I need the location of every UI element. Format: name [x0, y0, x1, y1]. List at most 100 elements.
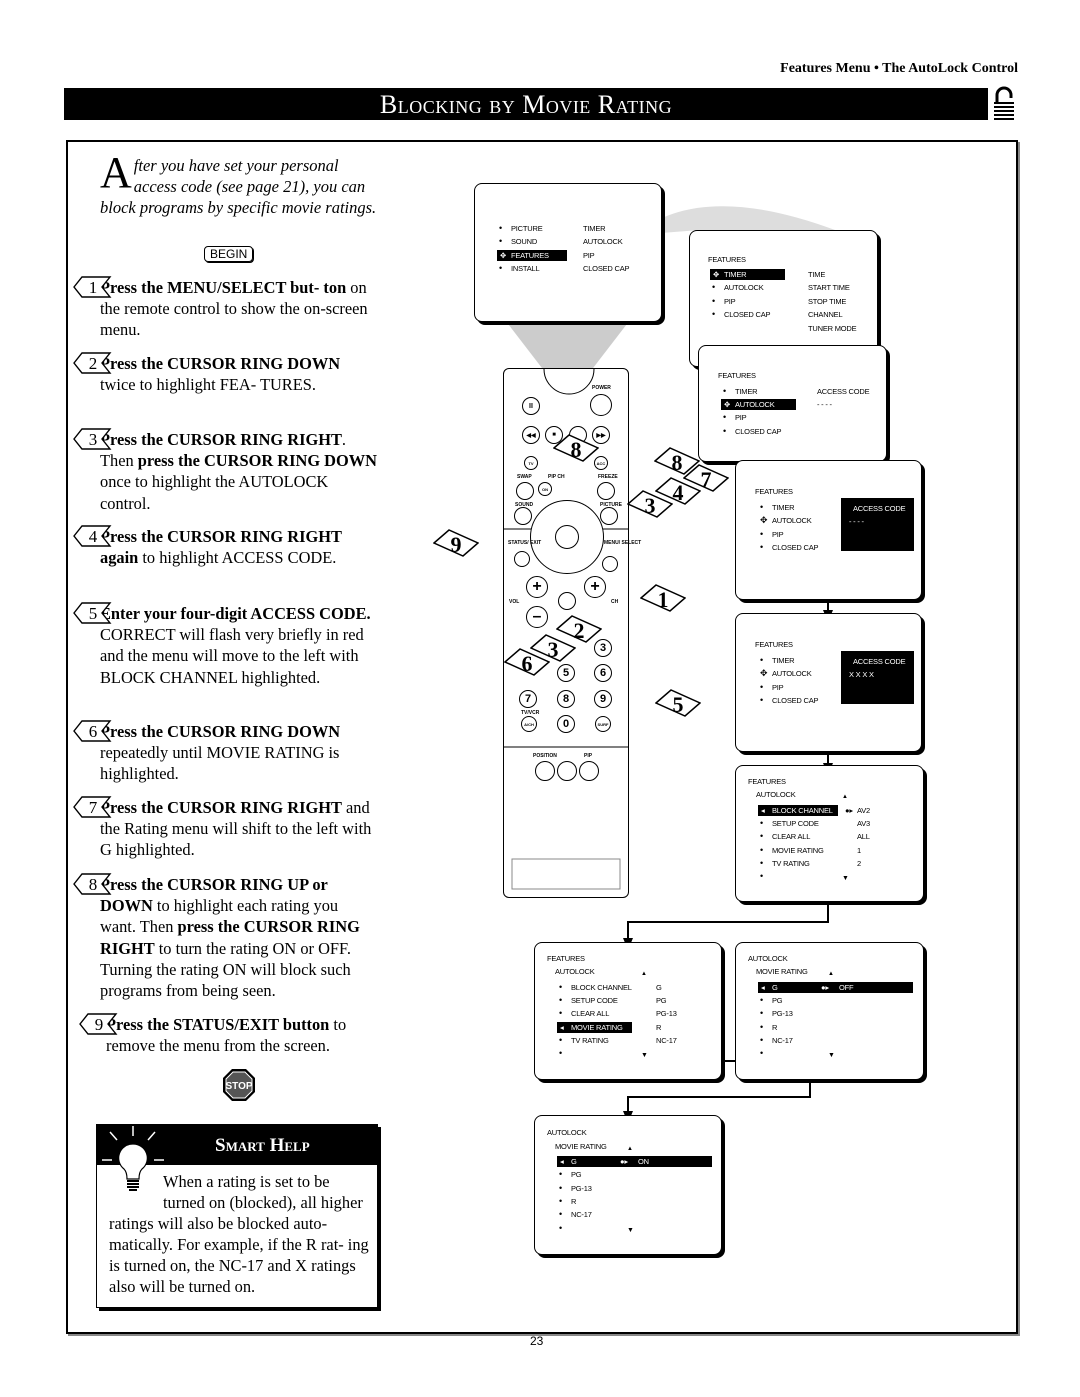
- vol-label: VOL: [509, 599, 520, 605]
- menu-item-label[interactable]: BLOCK CHANNEL: [571, 983, 632, 993]
- menu-option: 2: [857, 858, 861, 868]
- callout-number: 1: [658, 587, 669, 612]
- menu-item-label[interactable]: G: [772, 983, 778, 993]
- menu-item-label[interactable]: SOUND: [511, 237, 537, 247]
- channel-up-button[interactable]: +: [584, 576, 606, 598]
- rating-value: OFF: [839, 983, 854, 993]
- callout-number: 7: [701, 467, 712, 492]
- menu-item-label[interactable]: PG: [772, 996, 783, 1006]
- callout-number: 4: [673, 480, 684, 505]
- pip-on-button[interactable]: ON: [538, 482, 552, 496]
- menu-header: FEATURES: [755, 640, 793, 649]
- menu-item-label[interactable]: CLEAR ALL: [772, 832, 810, 842]
- menu-item-selected[interactable]: ◂: [560, 1022, 564, 1033]
- menu-item-label[interactable]: SETUP CODE: [571, 996, 618, 1006]
- digit-button-8[interactable]: 8: [557, 690, 575, 708]
- cursor-right-icon: ●▸: [821, 983, 829, 993]
- menu-item-label[interactable]: R: [772, 1023, 777, 1033]
- scroll-up-icon: ▲: [828, 971, 834, 977]
- pause-button[interactable]: II: [522, 397, 540, 415]
- menu-option: CHANNEL: [808, 310, 843, 320]
- digit-button-0[interactable]: 0: [557, 715, 575, 733]
- menu-item-label[interactable]: PG: [571, 1170, 582, 1180]
- menu-item-label[interactable]: TIMER: [772, 503, 795, 513]
- menu-item-label[interactable]: CLOSED CAP: [735, 427, 782, 437]
- menu-bullet: •: [559, 1209, 562, 1220]
- menu-item-label[interactable]: BLOCK CHANNEL: [772, 806, 833, 816]
- menu-bullet: •: [760, 1008, 763, 1019]
- menu-item-selected[interactable]: ✥: [500, 250, 506, 261]
- menu-header: MOVIE RATING: [555, 1142, 607, 1151]
- menu-select-button[interactable]: [602, 556, 618, 572]
- menu-item-label[interactable]: PIP: [772, 530, 784, 540]
- status-exit-button[interactable]: [514, 551, 530, 567]
- menu-item-label[interactable]: TV RATING: [571, 1036, 609, 1046]
- digit-button-5[interactable]: 5: [557, 664, 575, 682]
- callout-number: 5: [673, 692, 684, 717]
- surf-button[interactable]: SURF: [595, 716, 611, 732]
- menu-item-label[interactable]: AUTOLOCK: [772, 669, 812, 679]
- position-button[interactable]: [535, 761, 555, 781]
- menu-item-label[interactable]: MOVIE RATING: [772, 846, 824, 856]
- freeze-button[interactable]: [597, 482, 615, 500]
- menu-item-selected[interactable]: ✥: [724, 400, 730, 411]
- menu-item-label[interactable]: TIMER: [772, 656, 795, 666]
- a-ch-button[interactable]: A/CH: [521, 716, 537, 732]
- menu-item-label[interactable]: PIP: [724, 297, 736, 307]
- cursor-ring-center[interactable]: [555, 525, 579, 549]
- scroll-down-icon: ▼: [627, 1226, 634, 1234]
- power-button[interactable]: [590, 394, 612, 416]
- menu-header: FEATURES: [718, 371, 756, 380]
- menu-header: FEATURES: [547, 954, 585, 963]
- menu-item-label[interactable]: CLOSED CAP: [724, 310, 771, 320]
- menu-item-label[interactable]: TIMER: [735, 387, 758, 397]
- mute-button[interactable]: [558, 592, 576, 610]
- menu-item-label[interactable]: PIP: [735, 413, 747, 423]
- digit-button-6[interactable]: 6: [594, 664, 612, 682]
- menu-bullet: •: [760, 1048, 763, 1058]
- menu-item-label[interactable]: INSTALL: [511, 264, 540, 274]
- digit-button-7[interactable]: 7: [519, 690, 537, 708]
- menu-item-label[interactable]: SETUP CODE: [772, 819, 819, 829]
- menu-item-label[interactable]: R: [571, 1197, 576, 1207]
- menu-item-label[interactable]: G: [571, 1157, 577, 1167]
- menu-header: AUTOLOCK: [756, 790, 796, 799]
- pip-label: PIP: [584, 753, 593, 759]
- menu-item-selected[interactable]: ✥: [713, 270, 719, 280]
- menu-item-selected[interactable]: ◂: [560, 1157, 564, 1167]
- menu-screen-8: AUTOLOCK MOVIE RATING ◂ G ●▸ OFF • PG • PG-13 • R •…: [735, 942, 924, 1080]
- menu-item-label[interactable]: PIP: [772, 683, 784, 693]
- menu-bullet: •: [559, 1182, 562, 1193]
- menu-item-label[interactable]: CLEAR ALL: [571, 1009, 609, 1019]
- menu-option: - - - -: [817, 400, 832, 410]
- menu-item-label[interactable]: FEATURES: [511, 250, 549, 261]
- menu-item-label[interactable]: TIMER: [724, 270, 747, 280]
- menu-item-label[interactable]: PICTURE: [511, 224, 543, 234]
- menu-item-label[interactable]: PG-13: [571, 1184, 592, 1194]
- menu-item-label[interactable]: MOVIE RATING: [571, 1022, 623, 1033]
- volume-up-button[interactable]: +: [526, 576, 548, 598]
- swap-button[interactable]: [516, 482, 534, 500]
- menu-item-selected[interactable]: ◂: [761, 806, 765, 816]
- menu-item-label[interactable]: CLOSED CAP: [772, 543, 819, 553]
- menu-item-label[interactable]: AUTOLOCK: [735, 400, 775, 411]
- pip-swap-button[interactable]: [557, 761, 577, 781]
- menu-item-label[interactable]: PG-13: [772, 1009, 793, 1019]
- menu-item-label[interactable]: AUTOLOCK: [772, 516, 812, 526]
- menu-item-label[interactable]: CLOSED CAP: [772, 696, 819, 706]
- menu-item-label[interactable]: NC-17: [772, 1036, 793, 1046]
- volume-down-button[interactable]: –: [526, 606, 548, 628]
- sound-button[interactable]: [514, 507, 532, 525]
- menu-item-label[interactable]: AUTOLOCK: [724, 283, 764, 293]
- menu-item-label[interactable]: TV RATING: [772, 859, 810, 869]
- menu-item-selected[interactable]: ◂: [761, 983, 765, 993]
- digit-button-9[interactable]: 9: [594, 690, 612, 708]
- pip-button[interactable]: [579, 761, 599, 781]
- menu-item-label[interactable]: NC-17: [571, 1210, 592, 1220]
- menu-highlight-bar: [557, 1156, 712, 1167]
- tv-button[interactable]: TV: [524, 456, 538, 470]
- rewind-button[interactable]: ◀◀: [522, 426, 540, 444]
- picture-button[interactable]: [600, 507, 618, 525]
- menu-screen-9: AUTOLOCK MOVIE RATING ◂ G ●▸ ON • PG • PG-13 • R • N…: [534, 1115, 722, 1255]
- menu-bullet: •: [723, 412, 726, 423]
